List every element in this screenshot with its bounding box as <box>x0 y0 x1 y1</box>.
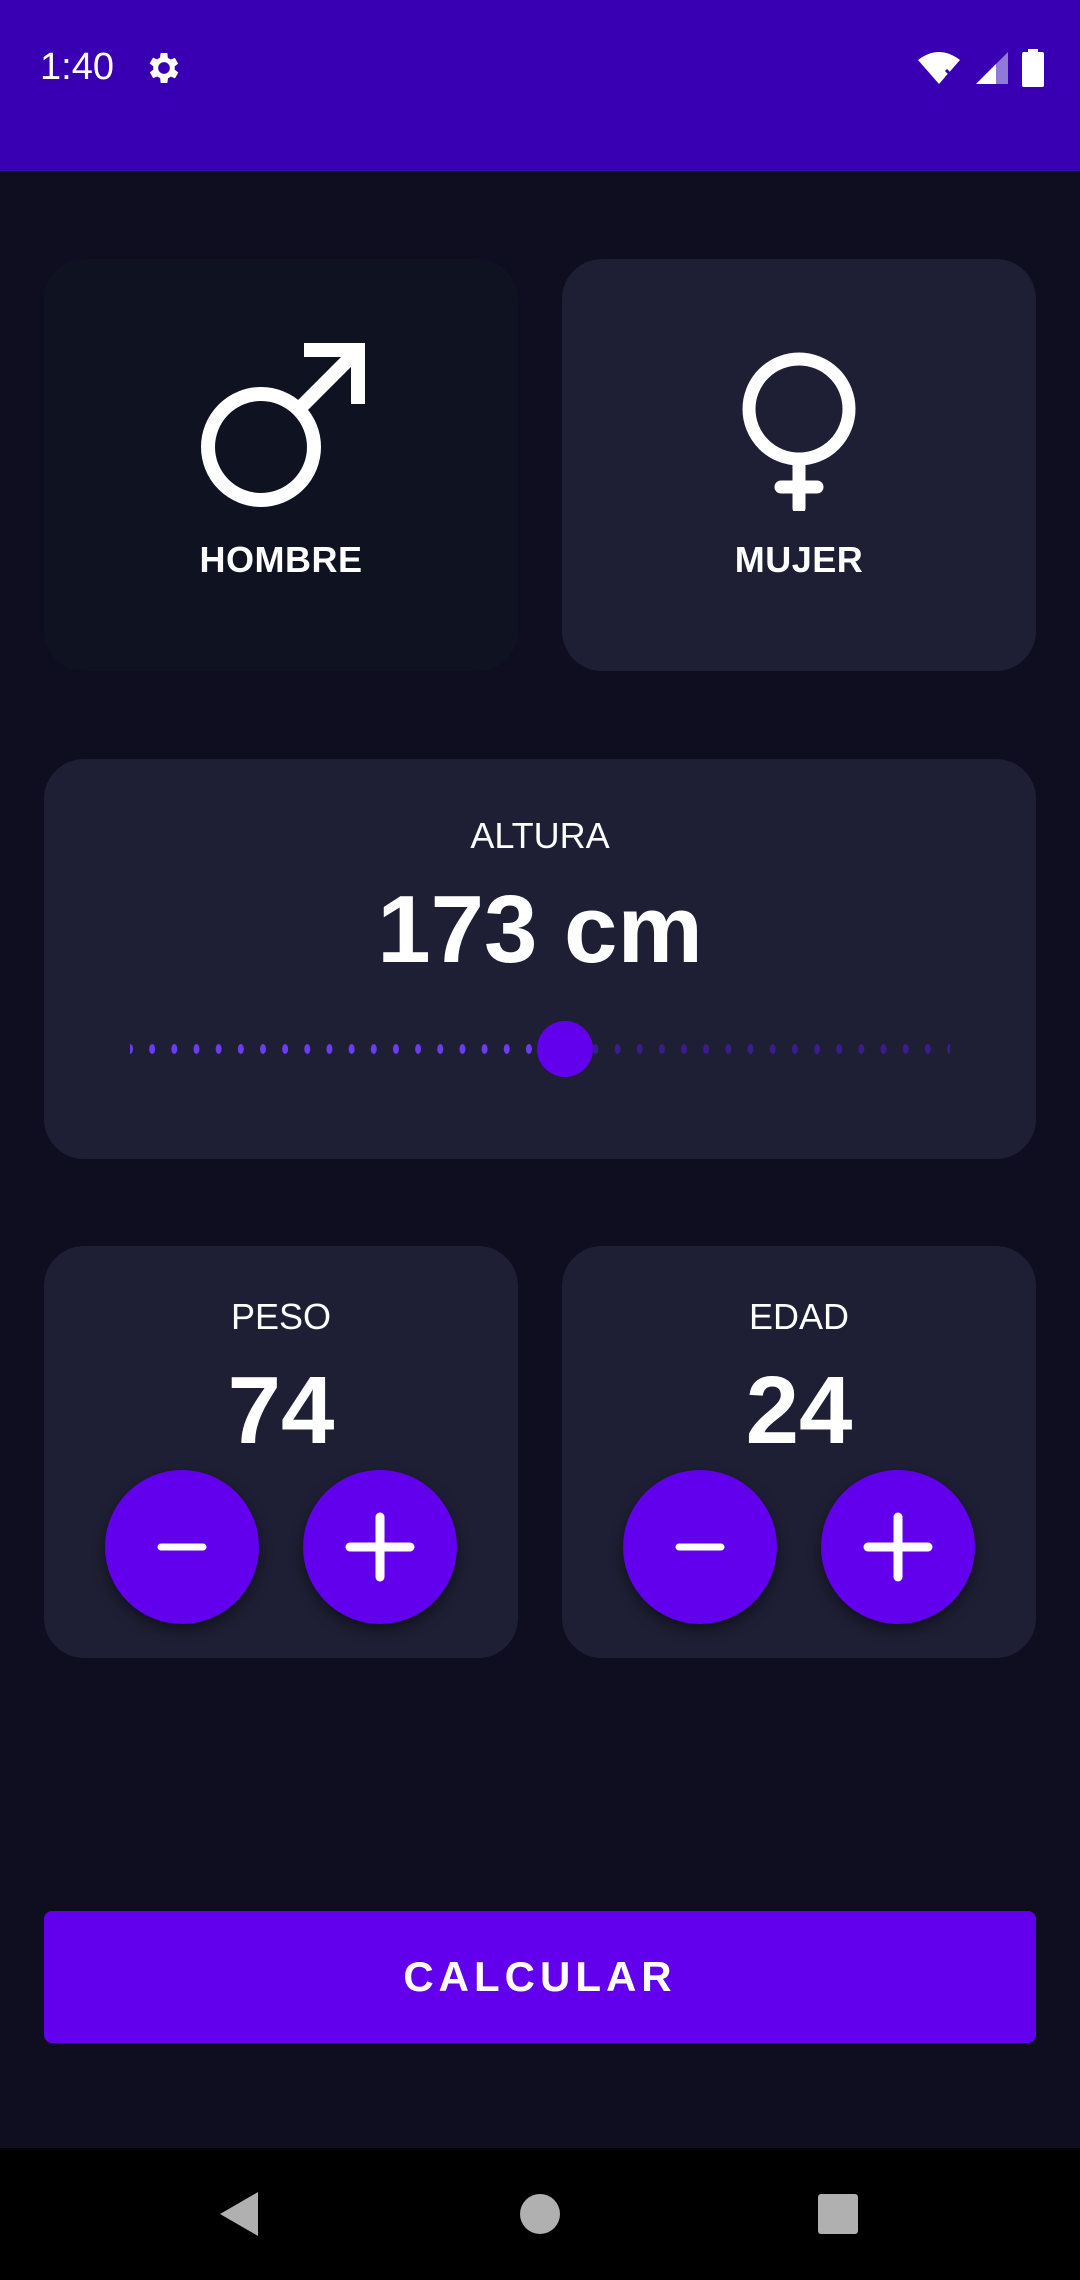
male-label: HOMBRE <box>199 539 363 580</box>
female-label: MUJER <box>734 539 864 580</box>
slider-tick <box>370 1044 377 1054</box>
slider-tick <box>681 1044 688 1054</box>
home-icon[interactable] <box>518 2192 562 2236</box>
slider-tick <box>193 1044 200 1054</box>
slider-tick <box>592 1044 599 1054</box>
slider-tick <box>703 1044 710 1054</box>
slider-tick <box>658 1044 665 1054</box>
slider-tick <box>814 1044 821 1054</box>
slider-tick <box>725 1044 732 1054</box>
male-card[interactable]: HOMBRE <box>44 259 518 671</box>
plus-icon <box>863 1512 933 1582</box>
height-value: 173 cm <box>377 876 703 983</box>
female-icon <box>742 352 856 511</box>
slider-tick <box>614 1044 621 1054</box>
slider-tick <box>636 1044 643 1054</box>
signal-icon <box>976 52 1008 84</box>
age-value: 24 <box>745 1357 853 1464</box>
slider-tick <box>858 1044 865 1054</box>
battery-icon <box>1022 49 1044 87</box>
age-minus-button[interactable] <box>623 1470 777 1624</box>
back-icon[interactable] <box>218 2190 262 2238</box>
height-card: ALTURA 173 cm <box>44 759 1036 1159</box>
calculate-button[interactable]: CALCULAR <box>44 1911 1036 2043</box>
female-card[interactable]: MUJER <box>562 259 1036 671</box>
slider-tick <box>880 1044 887 1054</box>
recents-icon[interactable] <box>817 2193 859 2235</box>
weight-title: PESO <box>230 1296 332 1337</box>
slider-tick <box>747 1044 754 1054</box>
slider-tick <box>237 1044 244 1054</box>
slider-tick <box>525 1044 532 1054</box>
slider-tick <box>769 1044 776 1054</box>
slider-tick <box>259 1044 266 1054</box>
status-icons <box>916 48 1044 88</box>
nav-bar <box>0 2148 1080 2280</box>
slider-tick <box>791 1044 798 1054</box>
male-icon <box>201 343 365 507</box>
slider-tick <box>481 1044 488 1054</box>
slider-tick <box>836 1044 843 1054</box>
slider-tick <box>947 1044 950 1054</box>
slider-tick <box>392 1044 399 1054</box>
age-plus-button[interactable] <box>821 1470 975 1624</box>
slider-tick <box>304 1044 311 1054</box>
status-bar: 1:40 <box>0 0 1080 171</box>
slider-tick <box>326 1044 333 1054</box>
weight-plus-button[interactable] <box>303 1470 457 1624</box>
slider-tick <box>171 1044 178 1054</box>
slider-tick <box>459 1044 466 1054</box>
weight-value: 74 <box>227 1357 335 1464</box>
minus-icon <box>157 1543 207 1551</box>
age-title: EDAD <box>748 1296 850 1337</box>
age-card: EDAD 24 <box>562 1246 1036 1658</box>
slider-tick <box>924 1044 931 1054</box>
minus-icon <box>675 1543 725 1551</box>
slider-tick <box>149 1044 156 1054</box>
calculate-label: CALCULAR <box>403 1953 677 2000</box>
slider-tick <box>437 1044 444 1054</box>
weight-card: PESO 74 <box>44 1246 518 1658</box>
slider-tick <box>503 1044 510 1054</box>
height-slider-thumb[interactable] <box>536 1021 593 1077</box>
slider-tick <box>215 1044 222 1054</box>
slider-tick <box>415 1044 422 1054</box>
height-title: ALTURA <box>470 815 610 856</box>
slider-tick <box>282 1044 289 1054</box>
plus-icon <box>345 1512 415 1582</box>
slider-tick <box>348 1044 355 1054</box>
status-time: 1:40 <box>40 46 114 88</box>
slider-tick <box>130 1044 133 1054</box>
slider-tick <box>902 1044 909 1054</box>
settings-icon <box>149 53 179 83</box>
wifi-icon <box>918 52 960 84</box>
weight-minus-button[interactable] <box>105 1470 259 1624</box>
